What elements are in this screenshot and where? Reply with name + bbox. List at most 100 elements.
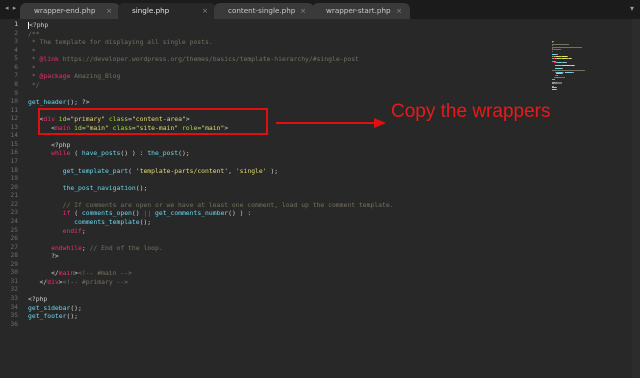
code-token: endif [62,226,82,235]
code-line: <?php [28,295,568,304]
line-number: 29 [10,260,18,268]
line-number: 28 [10,252,18,260]
line-number: 33 [10,295,18,302]
code-token: Amazing_Blog [70,72,121,81]
line-number: 12 [10,115,18,123]
code-line: get_footer(); [28,312,568,321]
code-token: get_header [28,98,67,107]
code-line: /** [28,30,568,39]
tab-label: single.php [132,6,170,15]
code-token: have_posts [81,149,121,158]
code-token: main [58,269,75,278]
close-icon[interactable]: × [300,3,306,19]
code-token: div [47,277,59,286]
code-token: @link [39,55,59,64]
minimap-mark [556,88,557,90]
code-editor[interactable]: 1 2 3 4 5 6 7 8 9 10 11 12 13 14 15 16 17 18 19 20 21 22 23 24 2… [0,19,640,378]
tab-single[interactable]: single.php × [118,3,216,19]
code-token: (); [70,303,82,312]
line-number: 13 [10,123,18,131]
line-number: 24 [10,217,18,225]
code-line: ?> [28,252,568,261]
line-number: 15 [10,140,18,148]
annotation-label: Copy the wrappers [391,101,551,122]
line-number: 2 [14,29,18,37]
line-number: 30 [10,269,18,277]
line-number: 7 [14,72,18,80]
line-number: 16 [10,149,18,157]
minimap-mark [566,62,567,63]
code-token: () ) : [228,209,252,218]
code-token: the_post [147,149,179,158]
code-token: * [28,46,36,55]
code-line: <?php [28,141,568,150]
vertical-scrollbar[interactable] [632,19,640,378]
tab-wrapper-start[interactable]: wrapper-start.php × [312,3,410,19]
wrapper-highlight-box [38,108,268,135]
minimap-mark [571,57,572,59]
code-line: */ [28,81,568,90]
line-number: 22 [10,200,18,208]
code-line: * [28,47,568,56]
code-token: endwhile [51,243,82,252]
tab-label: wrapper-start.php [326,6,391,15]
line-number: 1 [14,21,18,28]
code-token: () [131,209,144,218]
tab-menu-icon[interactable]: ▾ [630,4,634,13]
close-icon[interactable]: × [202,3,208,19]
code-line: // If comments are open or we have at le… [28,201,568,210]
tab-bar: ◂ ▸ wrapper-end.php × single.php × conte… [0,0,640,19]
minimap[interactable] [552,41,612,91]
code-token: <!-- #primary --> [62,277,129,286]
code-token: , [228,166,236,175]
code-token: // If comments are open or we have at le… [28,200,394,209]
arrow-icon [276,118,386,128]
line-number: 6 [14,63,18,71]
tab-wrapper-end[interactable]: wrapper-end.php × [20,3,120,19]
minimap-mark [552,43,569,45]
code-token: * The template for displaying all single… [28,38,213,47]
code-token: </ [28,277,48,286]
code-token: the_post_navigation [62,183,136,192]
minimap-mark [556,49,561,51]
minimap-mark [565,71,572,73]
line-number: 11 [10,106,18,114]
code-token: get_sidebar [28,303,71,312]
code-line: </main><!-- #main --> [28,269,568,278]
minimap-mark [555,46,582,48]
code-line: * @package Amazing_Blog [28,72,568,81]
minimap-mark [562,64,570,66]
code-line: the_post_navigation(); [28,184,568,193]
tab-content-single[interactable]: content-single.php × [214,3,314,19]
code-token: get_template_part [62,166,129,175]
code-token: () ) : [120,149,148,158]
line-number: 21 [10,192,18,200]
code-token: 'template-parts/content' [135,166,229,175]
tab-label: content-single.php [228,6,296,15]
code-line: </div><!-- #primary --> [28,278,568,287]
minimap-mark [552,78,555,80]
line-number: 5 [14,55,18,63]
code-token: <?php [28,140,71,149]
code-token: (); [139,217,152,226]
code-token: ?> [28,252,59,261]
code-area[interactable]: <?php /** * The template for displaying a… [28,21,568,329]
tab-nav-arrows[interactable]: ◂ ▸ [5,4,17,12]
code-token: comments_template [74,217,140,226]
line-number: 4 [14,46,18,54]
tab-label: wrapper-end.php [34,6,96,15]
minimap-mark [558,77,565,79]
close-icon[interactable]: × [106,3,112,19]
line-number-gutter: 1 2 3 4 5 6 7 8 9 10 11 12 13 14 15 16 17 18 19 20 21 22 23 24 2… [0,21,18,329]
close-icon[interactable]: × [396,3,402,19]
